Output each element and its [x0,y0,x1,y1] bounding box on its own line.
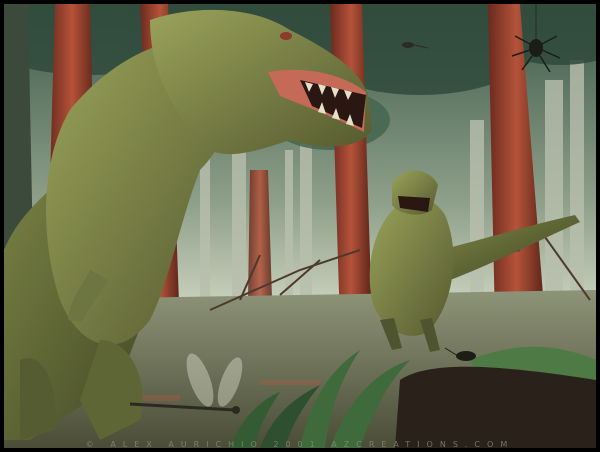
jungle-scene [0,0,600,452]
artwork-frame: © ALEX AURICHIO 2001 AZCREATIONS.COM [0,0,600,452]
copyright-caption: © ALEX AURICHIO 2001 AZCREATIONS.COM [85,440,515,449]
foreground-log [395,366,596,448]
